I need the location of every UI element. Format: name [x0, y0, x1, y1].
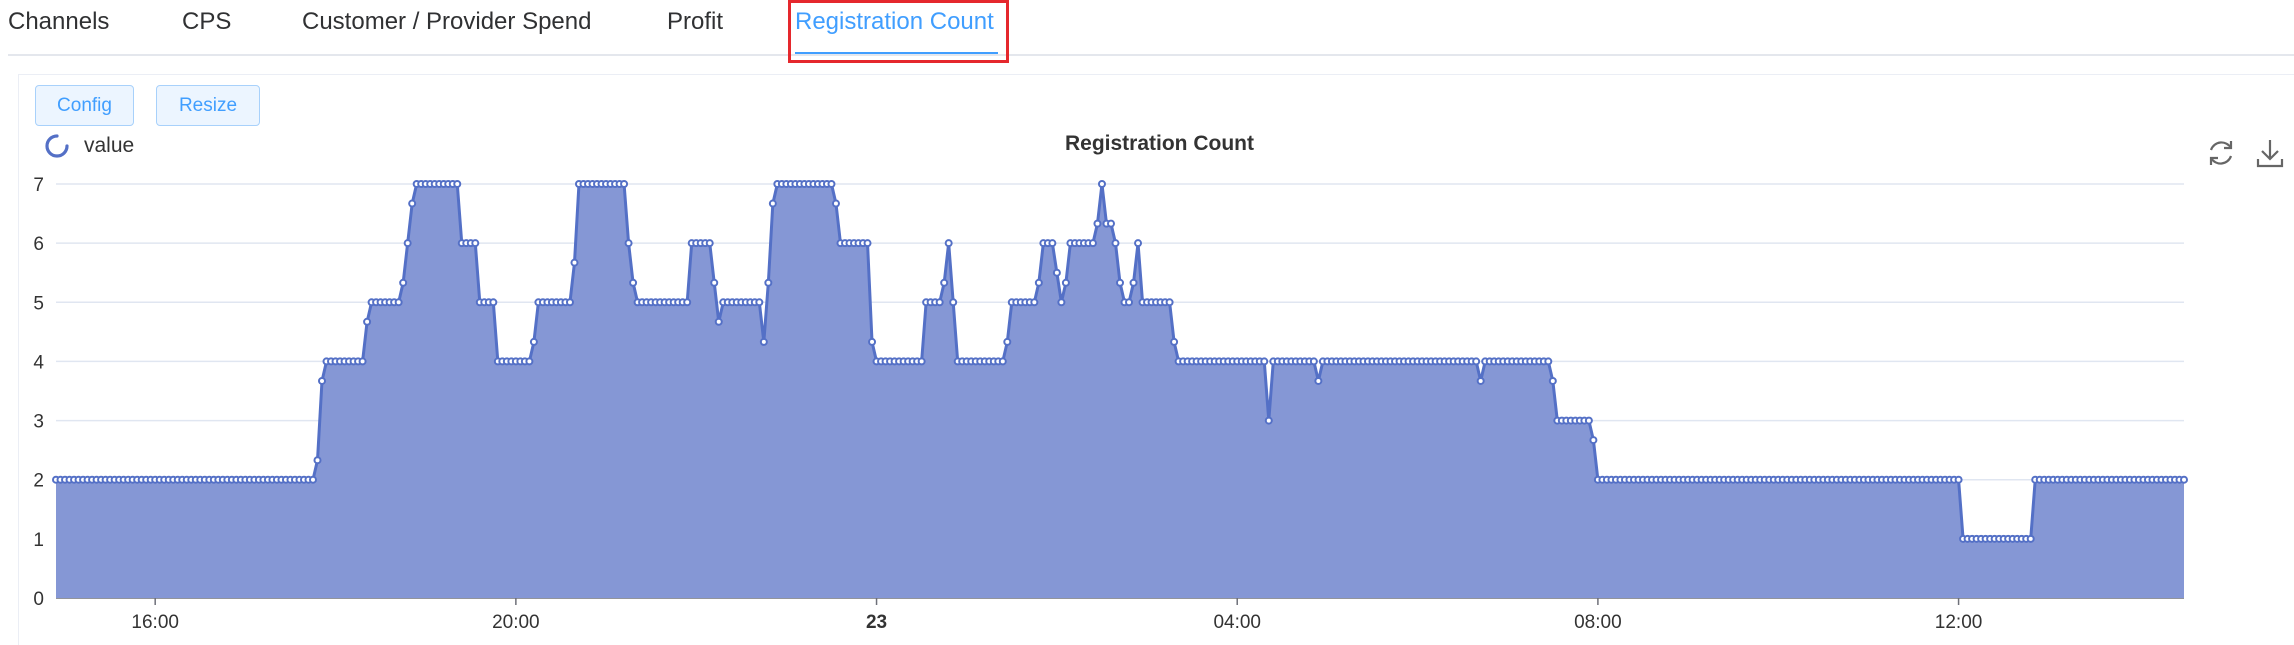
data-point[interactable] — [683, 298, 692, 307]
data-point[interactable] — [1548, 376, 1557, 385]
y-tick-label: 0 — [33, 589, 44, 610]
y-tick-label: 4 — [33, 352, 44, 373]
data-point[interactable] — [1314, 376, 1323, 385]
data-point[interactable] — [1093, 219, 1102, 228]
data-point[interactable] — [471, 239, 480, 248]
data-point[interactable] — [1544, 357, 1553, 366]
data-point[interactable] — [1589, 436, 1598, 445]
data-point[interactable] — [1116, 278, 1124, 287]
data-point[interactable] — [2180, 475, 2188, 484]
data-point[interactable] — [1165, 298, 1174, 307]
data-point[interactable] — [1125, 298, 1134, 307]
data-point[interactable] — [1003, 337, 1012, 346]
data-point[interactable] — [399, 278, 408, 287]
y-tick-label: 6 — [33, 234, 44, 255]
data-point[interactable] — [1584, 416, 1593, 425]
x-tick-label: 12:00 — [1935, 612, 1983, 633]
data-point[interactable] — [1954, 475, 1963, 484]
x-tick-label: 20:00 — [492, 612, 540, 633]
data-point[interactable] — [313, 456, 322, 465]
data-point[interactable] — [831, 199, 840, 208]
data-point[interactable] — [1030, 298, 1039, 307]
data-point[interactable] — [1472, 357, 1481, 366]
data-point[interactable] — [620, 180, 629, 188]
data-point[interactable] — [935, 298, 944, 307]
x-tick-label: 16:00 — [131, 612, 179, 633]
data-point[interactable] — [489, 298, 498, 307]
data-point[interactable] — [998, 357, 1007, 366]
data-point[interactable] — [1088, 239, 1097, 248]
data-point[interactable] — [624, 239, 633, 248]
data-point[interactable] — [453, 180, 462, 188]
data-point[interactable] — [1476, 376, 1485, 385]
y-tick-label: 1 — [33, 530, 44, 551]
data-point[interactable] — [863, 239, 872, 248]
x-tick-label: 04:00 — [1213, 612, 1261, 633]
data-point[interactable] — [529, 337, 538, 346]
y-tick-label: 7 — [33, 175, 44, 196]
data-point[interactable] — [629, 278, 638, 287]
data-point[interactable] — [1048, 239, 1057, 248]
y-tick-label: 3 — [33, 412, 44, 433]
data-point[interactable] — [408, 199, 417, 208]
data-point[interactable] — [917, 357, 926, 366]
data-point[interactable] — [1170, 337, 1179, 346]
data-point[interactable] — [1309, 357, 1318, 366]
data-point[interactable] — [394, 298, 403, 307]
data-point[interactable] — [1061, 278, 1070, 287]
data-point[interactable] — [1097, 180, 1106, 188]
data-point[interactable] — [1260, 357, 1269, 366]
data-point[interactable] — [1134, 239, 1143, 248]
data-point[interactable] — [525, 357, 534, 366]
data-point[interactable] — [318, 376, 326, 385]
series-area-value — [56, 184, 2184, 598]
data-point[interactable] — [363, 317, 372, 326]
data-point[interactable] — [940, 278, 949, 287]
data-point[interactable] — [764, 278, 773, 287]
data-point[interactable] — [1129, 278, 1138, 287]
data-point[interactable] — [949, 298, 958, 307]
data-point[interactable] — [565, 298, 574, 307]
x-tick-label: 23 — [866, 612, 887, 633]
data-point[interactable] — [570, 258, 579, 267]
data-point[interactable] — [1111, 239, 1120, 248]
data-point[interactable] — [768, 199, 777, 208]
data-point[interactable] — [755, 298, 764, 307]
data-point[interactable] — [827, 180, 836, 188]
registration-count-chart: 01234567 16:00 20:00 23 04:00 08:00 12:00 — [33, 175, 2188, 633]
data-point[interactable] — [944, 239, 953, 248]
data-point[interactable] — [1057, 298, 1066, 307]
y-tick-label: 5 — [33, 293, 44, 314]
data-point[interactable] — [714, 317, 723, 326]
x-tick-label: 08:00 — [1574, 612, 1622, 633]
data-point[interactable] — [759, 337, 768, 346]
data-point[interactable] — [1264, 416, 1273, 425]
data-point[interactable] — [358, 357, 367, 366]
data-point[interactable] — [868, 337, 877, 346]
data-point[interactable] — [1052, 268, 1061, 277]
data-point[interactable] — [403, 239, 412, 248]
data-point[interactable] — [1034, 278, 1043, 287]
data-point[interactable] — [705, 239, 714, 248]
data-point[interactable] — [2026, 534, 2035, 543]
y-tick-label: 2 — [33, 471, 44, 492]
data-point[interactable] — [710, 278, 719, 287]
data-point[interactable] — [308, 475, 317, 484]
data-point[interactable] — [1106, 219, 1115, 228]
